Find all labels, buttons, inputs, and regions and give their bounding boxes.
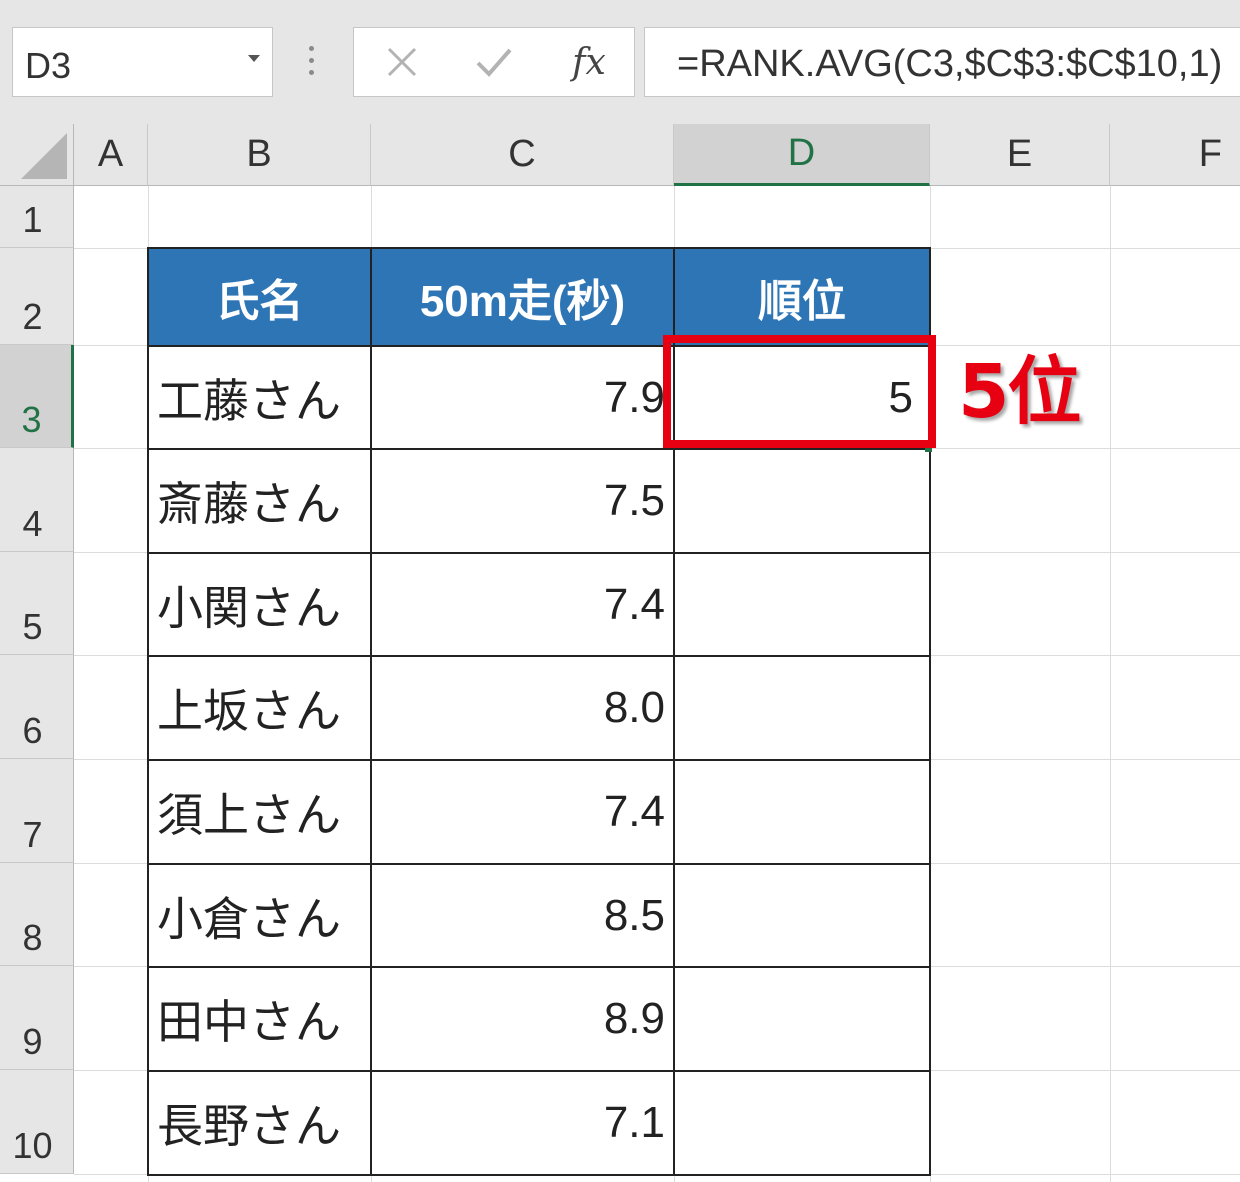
drag-handle-icon[interactable]	[309, 46, 315, 80]
insert-function-button[interactable]: fx	[564, 40, 614, 84]
column-header-c[interactable]: C	[371, 124, 674, 186]
table-cell-name[interactable]: 上坂さん	[147, 655, 372, 761]
table-cell-name[interactable]: 須上さん	[147, 759, 372, 865]
table-cell-time[interactable]: 8.9	[370, 966, 675, 1072]
table-cell-rank[interactable]	[673, 552, 931, 657]
table-cell-time[interactable]: 7.4	[370, 552, 675, 657]
rank-annotation: 5位	[958, 349, 1081, 435]
table-cell-time[interactable]: 7.4	[370, 759, 675, 865]
cancel-icon[interactable]	[380, 40, 424, 84]
table-cell-rank[interactable]	[673, 863, 931, 968]
row-header-5[interactable]: 5	[0, 552, 74, 655]
table-cell-name[interactable]: 斎藤さん	[147, 448, 372, 554]
table-cell-time[interactable]: 7.9	[370, 345, 675, 450]
row-header-3[interactable]: 3	[0, 345, 74, 448]
table-cell-rank[interactable]	[673, 759, 931, 865]
table-cell-name[interactable]: 小関さん	[147, 552, 372, 657]
column-header-a[interactable]: A	[74, 124, 148, 186]
table-cell-time[interactable]: 8.5	[370, 863, 675, 968]
formula-buttons: fx	[353, 27, 635, 97]
column-header-b[interactable]: B	[148, 124, 371, 186]
spreadsheet-grid: A B C D E F 1 2 3 4 5 6 7 8 9 10 氏名 50m走…	[0, 124, 1240, 1182]
row-header-7[interactable]: 7	[0, 759, 74, 863]
select-all-button[interactable]	[0, 124, 74, 186]
formula-text: =RANK.AVG(C3,$C$3:$C$10,1)	[677, 43, 1223, 85]
row-header-4[interactable]: 4	[0, 448, 74, 552]
row-header-6[interactable]: 6	[0, 655, 74, 759]
row-header-1[interactable]: 1	[0, 186, 74, 248]
formula-bar: D3 fx =RANK.AVG(C3,$C$3:$C$10,1)	[0, 0, 1240, 124]
name-box-value: D3	[25, 45, 72, 86]
table-cell-name[interactable]: 小倉さん	[147, 863, 372, 968]
column-header-d[interactable]: D	[674, 124, 930, 186]
table-cell-name[interactable]: 田中さん	[147, 966, 372, 1072]
table-cell-time[interactable]: 7.5	[370, 448, 675, 554]
row-header-8[interactable]: 8	[0, 863, 74, 966]
formula-input[interactable]: =RANK.AVG(C3,$C$3:$C$10,1)	[644, 27, 1240, 97]
table-header-time[interactable]: 50m走(秒)	[370, 247, 675, 347]
table-cell-time[interactable]: 7.1	[370, 1070, 675, 1176]
chevron-down-icon[interactable]	[248, 55, 260, 62]
checkmark-icon[interactable]	[472, 40, 516, 84]
table-cell-name[interactable]: 長野さん	[147, 1070, 372, 1176]
table-cell-time[interactable]: 8.0	[370, 655, 675, 761]
table-cell-rank[interactable]	[673, 448, 931, 554]
table-cell-rank[interactable]	[673, 966, 931, 1072]
column-header-f[interactable]: F	[1110, 124, 1240, 186]
table-cell-rank[interactable]	[673, 655, 931, 761]
table-cell-name[interactable]: 工藤さん	[147, 345, 372, 450]
highlight-box	[663, 335, 936, 448]
row-header-2[interactable]: 2	[0, 248, 74, 345]
table-header-name[interactable]: 氏名	[147, 247, 372, 347]
row-header-9[interactable]: 9	[0, 966, 74, 1070]
table-header-rank[interactable]: 順位	[673, 247, 931, 347]
row-header-10[interactable]: 10	[0, 1070, 74, 1174]
name-box[interactable]: D3	[12, 27, 273, 97]
column-header-e[interactable]: E	[930, 124, 1110, 186]
table-cell-rank[interactable]	[673, 1070, 931, 1176]
